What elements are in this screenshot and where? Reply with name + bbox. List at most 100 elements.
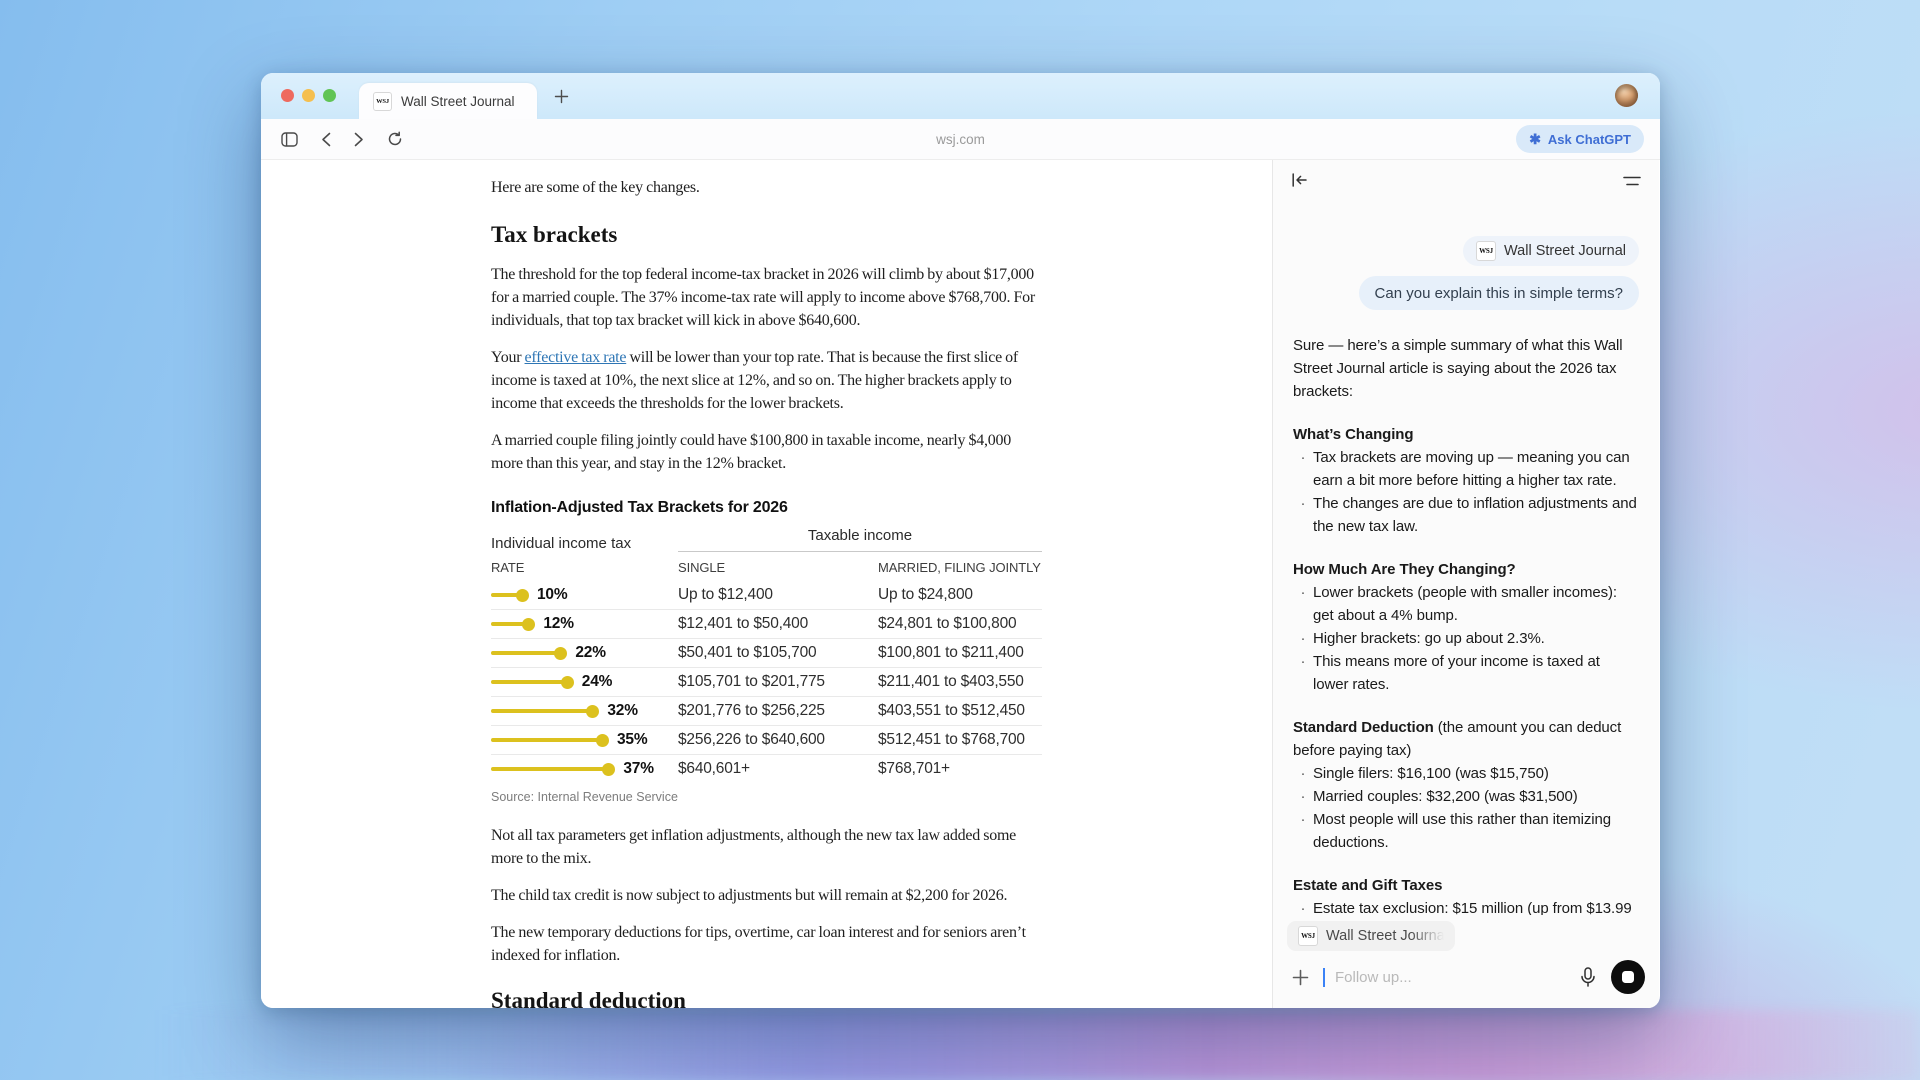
effective-tax-rate-link[interactable]: effective tax rate bbox=[525, 349, 627, 366]
reload-icon[interactable] bbox=[387, 131, 403, 147]
fullscreen-window-button[interactable] bbox=[323, 89, 336, 102]
rate-label: 24% bbox=[582, 673, 612, 691]
assistant-section-heading: How Much Are They Changing? bbox=[1293, 558, 1639, 581]
single-range: Up to $12,400 bbox=[678, 586, 878, 604]
chat-composer: WSJ Wall Street Journal bbox=[1273, 915, 1659, 1008]
wsj-favicon-icon: WSJ bbox=[1298, 926, 1318, 946]
forward-icon[interactable] bbox=[354, 132, 364, 147]
tab-title: Wall Street Journal bbox=[401, 94, 515, 109]
collapse-sidebar-icon[interactable] bbox=[1291, 172, 1308, 193]
sidebar-toggle-icon[interactable] bbox=[281, 132, 298, 147]
composer-context-chip[interactable]: WSJ Wall Street Journal bbox=[1287, 921, 1455, 951]
article-paragraph: Your effective tax rate will be lower th… bbox=[491, 346, 1042, 415]
table-title: Inflation-Adjusted Tax Brackets for 2026 bbox=[491, 499, 1042, 517]
tax-bracket-table: Inflation-Adjusted Tax Brackets for 2026… bbox=[491, 499, 1042, 804]
rate-bar bbox=[491, 738, 603, 743]
rate-bar bbox=[491, 680, 568, 685]
assistant-section-heading: Standard Deduction (the amount you can d… bbox=[1293, 716, 1639, 762]
address-display[interactable]: wsj.com bbox=[261, 132, 1660, 147]
married-range: $211,401 to $403,550 bbox=[878, 673, 1042, 691]
assistant-bullet: ·Single filers: $16,100 (was $15,750) bbox=[1293, 762, 1639, 785]
table-row: 22% $50,401 to $105,700$100,801 to $211,4… bbox=[491, 639, 1042, 668]
table-row: 24% $105,701 to $201,775$211,401 to $403,… bbox=[491, 668, 1042, 697]
user-avatar[interactable] bbox=[1615, 84, 1638, 107]
wsj-favicon-icon: WSJ bbox=[373, 92, 392, 111]
rate-label: 12% bbox=[543, 615, 573, 633]
rate-label: 35% bbox=[617, 731, 647, 749]
ask-chatgpt-button[interactable]: ✱ Ask ChatGPT bbox=[1516, 125, 1644, 153]
table-header-row: RATE SINGLE MARRIED, FILING JOINTLY bbox=[491, 560, 1042, 581]
single-range: $12,401 to $50,400 bbox=[678, 615, 878, 633]
table-row: 35% $256,226 to $640,600$512,451 to $768,… bbox=[491, 726, 1042, 755]
article-paragraph: Not all tax parameters get inflation adj… bbox=[491, 824, 1042, 870]
article-page: Here are some of the key changes. Tax br… bbox=[261, 160, 1272, 1008]
article-intro: Here are some of the key changes. bbox=[491, 176, 1042, 199]
sidebar-menu-icon[interactable] bbox=[1623, 173, 1641, 191]
assistant-bullet: ·Tax brackets are moving up — meaning yo… bbox=[1293, 446, 1639, 492]
tab-wall-street-journal[interactable]: WSJ Wall Street Journal bbox=[359, 83, 537, 119]
minimize-window-button[interactable] bbox=[302, 89, 315, 102]
microphone-icon bbox=[1580, 967, 1596, 987]
article-heading-standard-deduction: Standard deduction bbox=[491, 987, 1042, 1008]
single-range: $640,601+ bbox=[678, 760, 878, 778]
assistant-bullet: ·Married couples: $32,200 (was $31,500) bbox=[1293, 785, 1639, 808]
rate-label: 37% bbox=[623, 760, 653, 778]
assistant-bullet: ·This means more of your income is taxed… bbox=[1293, 650, 1639, 696]
assistant-section-heading: What’s Changing bbox=[1293, 423, 1639, 446]
assistant-paragraph: Sure — here’s a simple summary of what t… bbox=[1293, 334, 1639, 403]
text-cursor bbox=[1323, 968, 1325, 987]
article-paragraph: The threshold for the top federal income… bbox=[491, 263, 1042, 332]
user-message-bubble: Can you explain this in simple terms? bbox=[1359, 276, 1639, 310]
article-paragraph: A married couple filing jointly could ha… bbox=[491, 429, 1042, 475]
composer-chip-label: Wall Street Journal bbox=[1326, 928, 1444, 944]
chat-transcript: WSJ Wall Street Journal Can you explain … bbox=[1273, 204, 1659, 915]
single-range: $201,776 to $256,225 bbox=[678, 702, 878, 720]
rate-label: 10% bbox=[537, 586, 567, 604]
rate-bar bbox=[491, 767, 609, 772]
wallpaper-streak bbox=[0, 1010, 1920, 1080]
assistant-bullet: ·Estate tax exclusion: $15 million (up f… bbox=[1293, 897, 1639, 915]
rate-label: 32% bbox=[607, 702, 637, 720]
back-icon[interactable] bbox=[321, 132, 331, 147]
assistant-bullet: ·Most people will use this rather than i… bbox=[1293, 808, 1639, 854]
window-controls bbox=[281, 89, 336, 102]
stop-button[interactable] bbox=[1611, 960, 1645, 994]
married-range: $100,801 to $211,400 bbox=[878, 644, 1042, 662]
new-tab-button[interactable] bbox=[549, 84, 573, 108]
assistant-bullet: ·Higher brackets: go up about 2.3%. bbox=[1293, 627, 1639, 650]
browser-window: WSJ Wall Street Journal bbox=[261, 73, 1660, 1008]
page-context-chip[interactable]: WSJ Wall Street Journal bbox=[1463, 236, 1639, 266]
married-range: $768,701+ bbox=[878, 760, 1042, 778]
follow-up-input[interactable] bbox=[1335, 969, 1565, 986]
plus-icon bbox=[1292, 969, 1309, 986]
rate-bar bbox=[491, 622, 529, 627]
table-row: 32% $201,776 to $256,225$403,551 to $512,… bbox=[491, 697, 1042, 726]
assistant-section-heading: Estate and Gift Taxes bbox=[1293, 874, 1639, 897]
table-row: 12%$12,401 to $50,400$24,801 to $100,800 bbox=[491, 610, 1042, 639]
married-range: $403,551 to $512,450 bbox=[878, 702, 1042, 720]
ask-chatgpt-label: Ask ChatGPT bbox=[1548, 132, 1631, 147]
context-chip-label: Wall Street Journal bbox=[1504, 243, 1626, 259]
table-row: 37% $640,601+$768,701+ bbox=[491, 755, 1042, 783]
rate-bar bbox=[491, 709, 593, 714]
table-group-right: Taxable income bbox=[678, 527, 1042, 552]
rate-label: 22% bbox=[575, 644, 605, 662]
single-range: $256,226 to $640,600 bbox=[678, 731, 878, 749]
voice-input-button[interactable] bbox=[1575, 964, 1601, 990]
attach-button[interactable] bbox=[1287, 964, 1313, 990]
chatgpt-sidebar: WSJ Wall Street Journal Can you explain … bbox=[1272, 160, 1659, 1008]
assistant-bullet: ·Lower brackets (people with smaller inc… bbox=[1293, 581, 1639, 627]
stop-icon bbox=[1622, 971, 1634, 983]
article-paragraph: The new temporary deductions for tips, o… bbox=[491, 921, 1042, 967]
article-heading-tax-brackets: Tax brackets bbox=[491, 221, 1042, 249]
table-source: Source: Internal Revenue Service bbox=[491, 790, 1042, 804]
tab-bar: WSJ Wall Street Journal bbox=[261, 73, 1660, 119]
single-range: $50,401 to $105,700 bbox=[678, 644, 878, 662]
married-range: $512,451 to $768,700 bbox=[878, 731, 1042, 749]
article-paragraph: The child tax credit is now subject to a… bbox=[491, 884, 1042, 907]
close-window-button[interactable] bbox=[281, 89, 294, 102]
single-range: $105,701 to $201,775 bbox=[678, 673, 878, 691]
assistant-message: Sure — here’s a simple summary of what t… bbox=[1293, 334, 1639, 915]
table-group-left: Individual income tax bbox=[491, 535, 678, 552]
married-range: Up to $24,800 bbox=[878, 586, 1042, 604]
